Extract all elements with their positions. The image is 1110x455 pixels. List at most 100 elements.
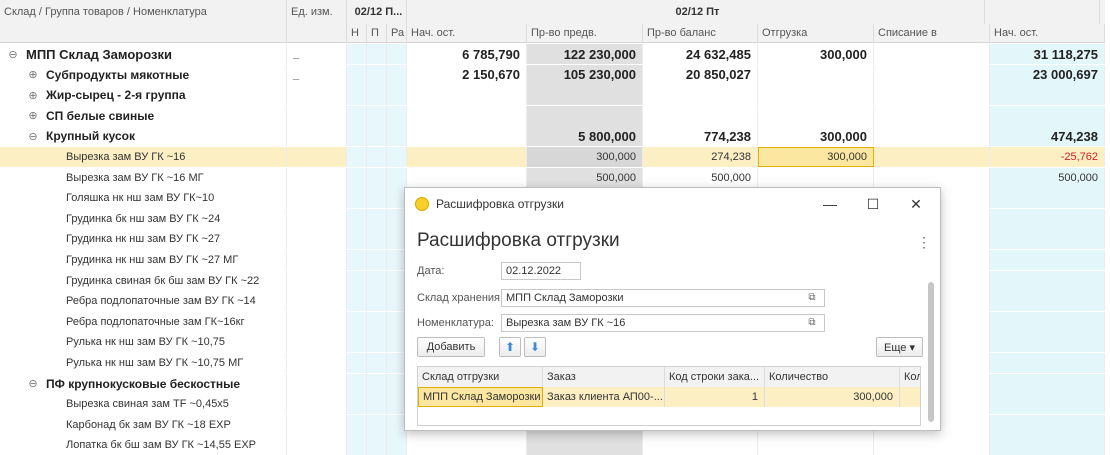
cell-n[interactable] [347, 291, 367, 312]
cell-p[interactable] [367, 291, 387, 312]
cell-ship[interactable] [758, 105, 874, 126]
date-field[interactable]: 02.12.2022 [501, 262, 581, 280]
cell-p[interactable] [367, 147, 387, 167]
cell-balance[interactable]: 500,000 [643, 167, 758, 188]
cell-name[interactable]: Вырезка зам ВУ ГК ~16 [0, 147, 287, 167]
table-row[interactable]: Вырезка зам ВУ ГК ~16 МГ 500,000 500,000 50… [0, 167, 1105, 188]
table-col-order[interactable]: Заказ [543, 367, 665, 387]
cell-prev[interactable] [527, 435, 643, 455]
cell-p[interactable] [367, 435, 387, 455]
cell-balance[interactable]: 24 632,485 [643, 44, 758, 64]
cell-p[interactable] [367, 167, 387, 188]
cell-name[interactable]: Грудинка нк нш зам ВУ ГК ~27 [0, 229, 287, 250]
cell-balance[interactable] [643, 85, 758, 106]
cell-p[interactable] [367, 64, 387, 85]
cell-unit[interactable] [287, 435, 347, 455]
cell-name[interactable]: ⊕ СП белые свиные [0, 105, 287, 126]
cell-name[interactable]: Вырезка зам ВУ ГК ~16 МГ [0, 167, 287, 188]
cell-balance[interactable]: 20 850,027 [643, 64, 758, 85]
cell-writeoff[interactable] [874, 167, 990, 188]
cell-balance[interactable]: 774,238 [643, 126, 758, 147]
collapse-icon[interactable]: ⊖ [28, 130, 38, 143]
cell-n[interactable] [347, 229, 367, 250]
cell-start[interactable] [407, 85, 527, 106]
cell-p[interactable] [367, 250, 387, 270]
table-col-qty2[interactable]: Кол [900, 367, 920, 387]
cell-unit[interactable] [287, 250, 347, 270]
cell-ship[interactable] [758, 85, 874, 106]
cell-start[interactable]: 2 150,670 [407, 64, 527, 85]
table-row[interactable]: Лопатка бк бш зам ВУ ГК ~14,55 EXP [0, 435, 1105, 455]
cell-end[interactable] [990, 105, 1105, 126]
cell-r[interactable] [387, 167, 407, 188]
more-button[interactable]: Еще ▾ [876, 337, 923, 357]
cell-r[interactable] [387, 435, 407, 455]
cell-name[interactable]: Рулька нк нш зам ВУ ГК ~10,75 [0, 332, 287, 353]
col-header-balance[interactable]: Пр-во баланс [643, 24, 758, 42]
cell-start[interactable] [407, 147, 527, 167]
col-header-r[interactable]: Ра [387, 24, 407, 42]
cell-unit[interactable] [287, 126, 347, 147]
cell-writeoff[interactable] [874, 105, 990, 126]
cell-unit[interactable] [287, 85, 347, 106]
table-row[interactable]: ⊕ Жир-сырец - 2-я группа [0, 85, 1105, 106]
table-cell-quantity[interactable]: 300,000 [765, 387, 900, 407]
cell-start[interactable] [407, 105, 527, 126]
cell-unit[interactable] [287, 188, 347, 209]
cell-start[interactable]: 6 785,790 [407, 44, 527, 64]
expand-icon[interactable]: ⊕ [28, 89, 38, 102]
cell-name[interactable]: ⊖ МПП Склад Заморозки [0, 44, 287, 64]
cell-writeoff[interactable] [874, 64, 990, 85]
cell-end[interactable]: 474,238 [990, 126, 1105, 147]
cell-end[interactable]: 31 118,275 [990, 44, 1105, 64]
cell-p[interactable] [367, 208, 387, 229]
cell-end[interactable] [990, 208, 1105, 229]
cell-end[interactable] [990, 435, 1105, 455]
cell-p[interactable] [367, 311, 387, 332]
warehouse-field[interactable]: МПП Склад Заморозки [501, 289, 825, 307]
cell-unit[interactable]: _ [287, 44, 347, 64]
cell-p[interactable] [367, 188, 387, 209]
table-row[interactable]: ⊖ Крупный кусок 5 800,000 774,238 300,000 474… [0, 126, 1105, 147]
cell-end[interactable] [990, 394, 1105, 415]
cell-p[interactable] [367, 126, 387, 147]
cell-writeoff[interactable] [874, 44, 990, 64]
cell-n[interactable] [347, 85, 367, 106]
cell-end[interactable] [990, 414, 1105, 435]
cell-p[interactable] [367, 44, 387, 64]
table-row[interactable]: ⊕ СП белые свиные [0, 105, 1105, 126]
add-button[interactable]: Добавить [417, 337, 485, 357]
cell-n[interactable] [347, 394, 367, 415]
cell-balance[interactable] [643, 435, 758, 455]
cell-p[interactable] [367, 270, 387, 291]
cell-end[interactable] [990, 85, 1105, 106]
cell-end[interactable] [990, 332, 1105, 353]
cell-unit[interactable] [287, 353, 347, 373]
cell-end[interactable]: 500,000 [990, 167, 1105, 188]
open-icon[interactable]: ⧉ [805, 291, 819, 305]
cell-name[interactable]: Лопатка бк бш зам ВУ ГК ~14,55 EXP [0, 435, 287, 455]
cell-p[interactable] [367, 85, 387, 106]
cell-n[interactable] [347, 188, 367, 209]
cell-end[interactable] [990, 229, 1105, 250]
cell-unit[interactable]: _ [287, 64, 347, 85]
move-up-button[interactable]: ⬆ [499, 337, 521, 357]
cell-ship[interactable] [758, 435, 874, 455]
col-header-start[interactable]: Нач. ост. [407, 24, 527, 42]
cell-ship[interactable] [758, 64, 874, 85]
cell-r[interactable] [387, 147, 407, 167]
cell-n[interactable] [347, 435, 367, 455]
cell-n[interactable] [347, 250, 367, 270]
cell-name[interactable]: ⊖ ПФ крупнокусковые бескостные [0, 373, 287, 394]
cell-unit[interactable] [287, 414, 347, 435]
cell-end[interactable] [990, 250, 1105, 270]
cell-name[interactable]: Ребра подлопаточные зам ГК~16кг [0, 311, 287, 332]
maximize-icon[interactable]: ☐ [863, 194, 883, 214]
cell-n[interactable] [347, 373, 367, 394]
table-col-line-code[interactable]: Код строки зака... [665, 367, 765, 387]
cell-prev[interactable]: 300,000 [527, 147, 643, 167]
cell-n[interactable] [347, 105, 367, 126]
cell-end[interactable] [990, 353, 1105, 373]
cell-writeoff[interactable] [874, 126, 990, 147]
cell-prev[interactable] [527, 105, 643, 126]
